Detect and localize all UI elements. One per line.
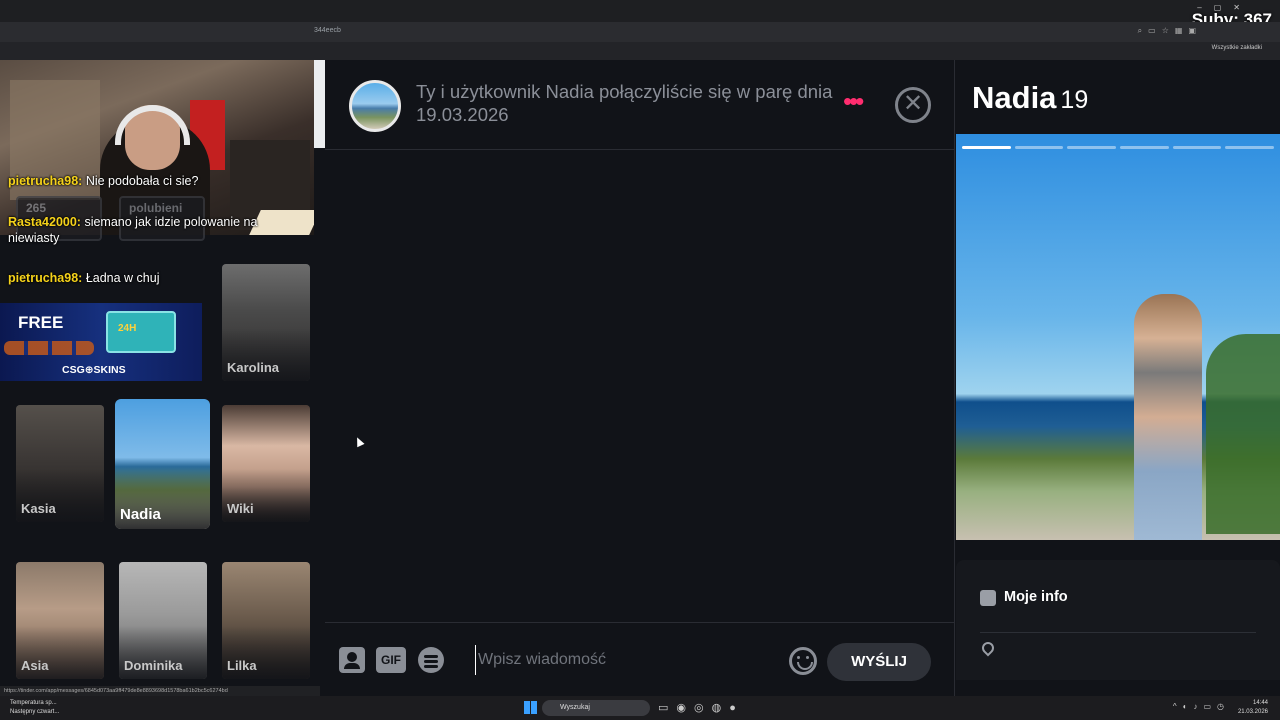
emoji-icon[interactable]: [789, 647, 817, 675]
match-name: Asia: [21, 658, 49, 673]
conversation-panel: Ty i użytkownik Nadia połączyliście się …: [325, 60, 955, 696]
chat-username: Rasta42000:: [8, 215, 81, 229]
likes-count: 265: [26, 201, 47, 215]
matches-column: 265 polubieni Karolina Kasia Nadia Wiki …: [0, 60, 325, 696]
headphones-icon: [115, 105, 190, 145]
match-card-asia[interactable]: Asia: [16, 562, 104, 679]
info-title: Moje info: [1004, 589, 1068, 605]
contact-card-icon[interactable]: [339, 647, 365, 673]
chat-message: pietrucha98: Ładna w chuj: [8, 270, 308, 286]
chat-text: Ładna w chuj: [82, 271, 160, 285]
profile-title: Nadia 19: [972, 80, 1088, 116]
weather-line-1: Temperatura sp...: [10, 700, 57, 706]
match-card-kasia[interactable]: Kasia: [16, 405, 104, 522]
message-input[interactable]: [475, 645, 775, 675]
photo-indicator[interactable]: [1120, 146, 1169, 149]
address-bar[interactable]: [0, 22, 1280, 42]
profile-photo[interactable]: [956, 134, 1280, 540]
weather-line-2: Następny czwart...: [10, 709, 60, 715]
ad-case-label: 24H: [118, 323, 137, 334]
photo-indicator[interactable]: [1014, 146, 1064, 149]
browser-toolbar-icons[interactable]: ⌕▭☆▦▣: [1138, 26, 1202, 36]
location-pin-icon: [979, 639, 997, 657]
weather-widget[interactable]: Temperatura sp... Następny czwart...: [10, 699, 59, 717]
profile-info-block: Moje info: [956, 560, 1280, 680]
match-name: Dominika: [124, 658, 183, 673]
all-bookmarks-link[interactable]: Wszystkie zakładki: [1212, 45, 1262, 51]
taskbar-app-icons[interactable]: ▭◉◎◍●: [658, 701, 744, 714]
photo-indicator[interactable]: [1067, 146, 1117, 149]
photo-bush: [1206, 334, 1280, 534]
photo-indicator[interactable]: [1172, 146, 1222, 149]
message-composer: GIF WYŚLIJ: [325, 622, 955, 696]
match-name: Karolina: [227, 360, 280, 375]
close-icon[interactable]: ✕: [895, 87, 931, 123]
ad-coins-decoration: [4, 341, 94, 355]
clock-time: 14:44: [1252, 700, 1268, 706]
info-card-icon: [980, 590, 996, 606]
case-icon: [106, 311, 176, 353]
csgoskins-ad-banner[interactable]: FREE 24H CSG⊕SKINS: [0, 303, 202, 381]
match-avatar[interactable]: [349, 80, 401, 132]
chat-message: pietrucha98: Nie podobała ci sie?: [8, 173, 308, 189]
match-name: Kasia: [21, 501, 56, 516]
windows-taskbar: Temperatura sp... Następny czwart... Wysz…: [0, 696, 1280, 720]
status-bar-url: https://tinder.com/app/messages/6845d073…: [0, 686, 320, 696]
ad-brand: CSG⊕SKINS: [62, 364, 126, 376]
taskbar-clock[interactable]: 14:44 21.03.2026: [1238, 699, 1268, 717]
profile-panel: Nadia 19 Moje info: [956, 60, 1280, 696]
photo-indicator[interactable]: [962, 146, 1011, 149]
match-card-dominika[interactable]: Dominika: [119, 562, 207, 679]
chat-text: Nie podobała ci sie?: [82, 174, 199, 188]
conversation-header: Ty i użytkownik Nadia połączyliście się …: [325, 60, 955, 150]
send-button[interactable]: WYŚLIJ: [827, 643, 931, 681]
info-divider: [980, 632, 1256, 633]
match-card-nadia[interactable]: Nadia: [115, 399, 210, 529]
windows-start-icon[interactable]: [524, 701, 537, 714]
photo-indicator[interactable]: [1225, 146, 1275, 149]
match-card-wiki[interactable]: Wiki: [222, 405, 310, 522]
gif-icon[interactable]: GIF: [376, 647, 406, 673]
likes-label: polubieni: [129, 201, 183, 215]
webcam-edge-strip: [314, 60, 325, 148]
match-card-lilka[interactable]: Lilka: [222, 562, 310, 679]
chat-username: pietrucha98:: [8, 174, 83, 188]
photo-pagination[interactable]: [962, 146, 1275, 149]
spotify-icon[interactable]: [418, 647, 444, 673]
clock-date: 21.03.2026: [1237, 709, 1268, 715]
more-options-icon[interactable]: •••: [843, 88, 877, 118]
match-date-text: Ty i użytkownik Nadia połączyliście się …: [416, 81, 833, 125]
photo-person: [1134, 294, 1202, 540]
ad-free-label: FREE: [18, 313, 64, 332]
chat-username: pietrucha98:: [8, 271, 83, 285]
profile-name: Nadia: [972, 80, 1057, 115]
browser-tab-strip: [0, 0, 1280, 22]
url-text[interactable]: 344eecb: [314, 27, 341, 34]
match-name: Wiki: [227, 501, 254, 516]
screen: –▢✕ Suby: 367 344eecb ⌕▭☆▦▣ Wszystkie za…: [0, 0, 1280, 720]
system-tray-icons[interactable]: ^◐♪▭◷: [1173, 702, 1230, 711]
chat-message: Rasta42000: siemano jak idzie polowanie …: [8, 214, 308, 246]
bookmarks-bar: [0, 42, 1280, 60]
match-name: Lilka: [227, 658, 257, 673]
match-name: Nadia: [120, 506, 161, 523]
taskbar-search[interactable]: Wyszukaj: [542, 700, 650, 716]
profile-age: 19: [1060, 86, 1089, 114]
